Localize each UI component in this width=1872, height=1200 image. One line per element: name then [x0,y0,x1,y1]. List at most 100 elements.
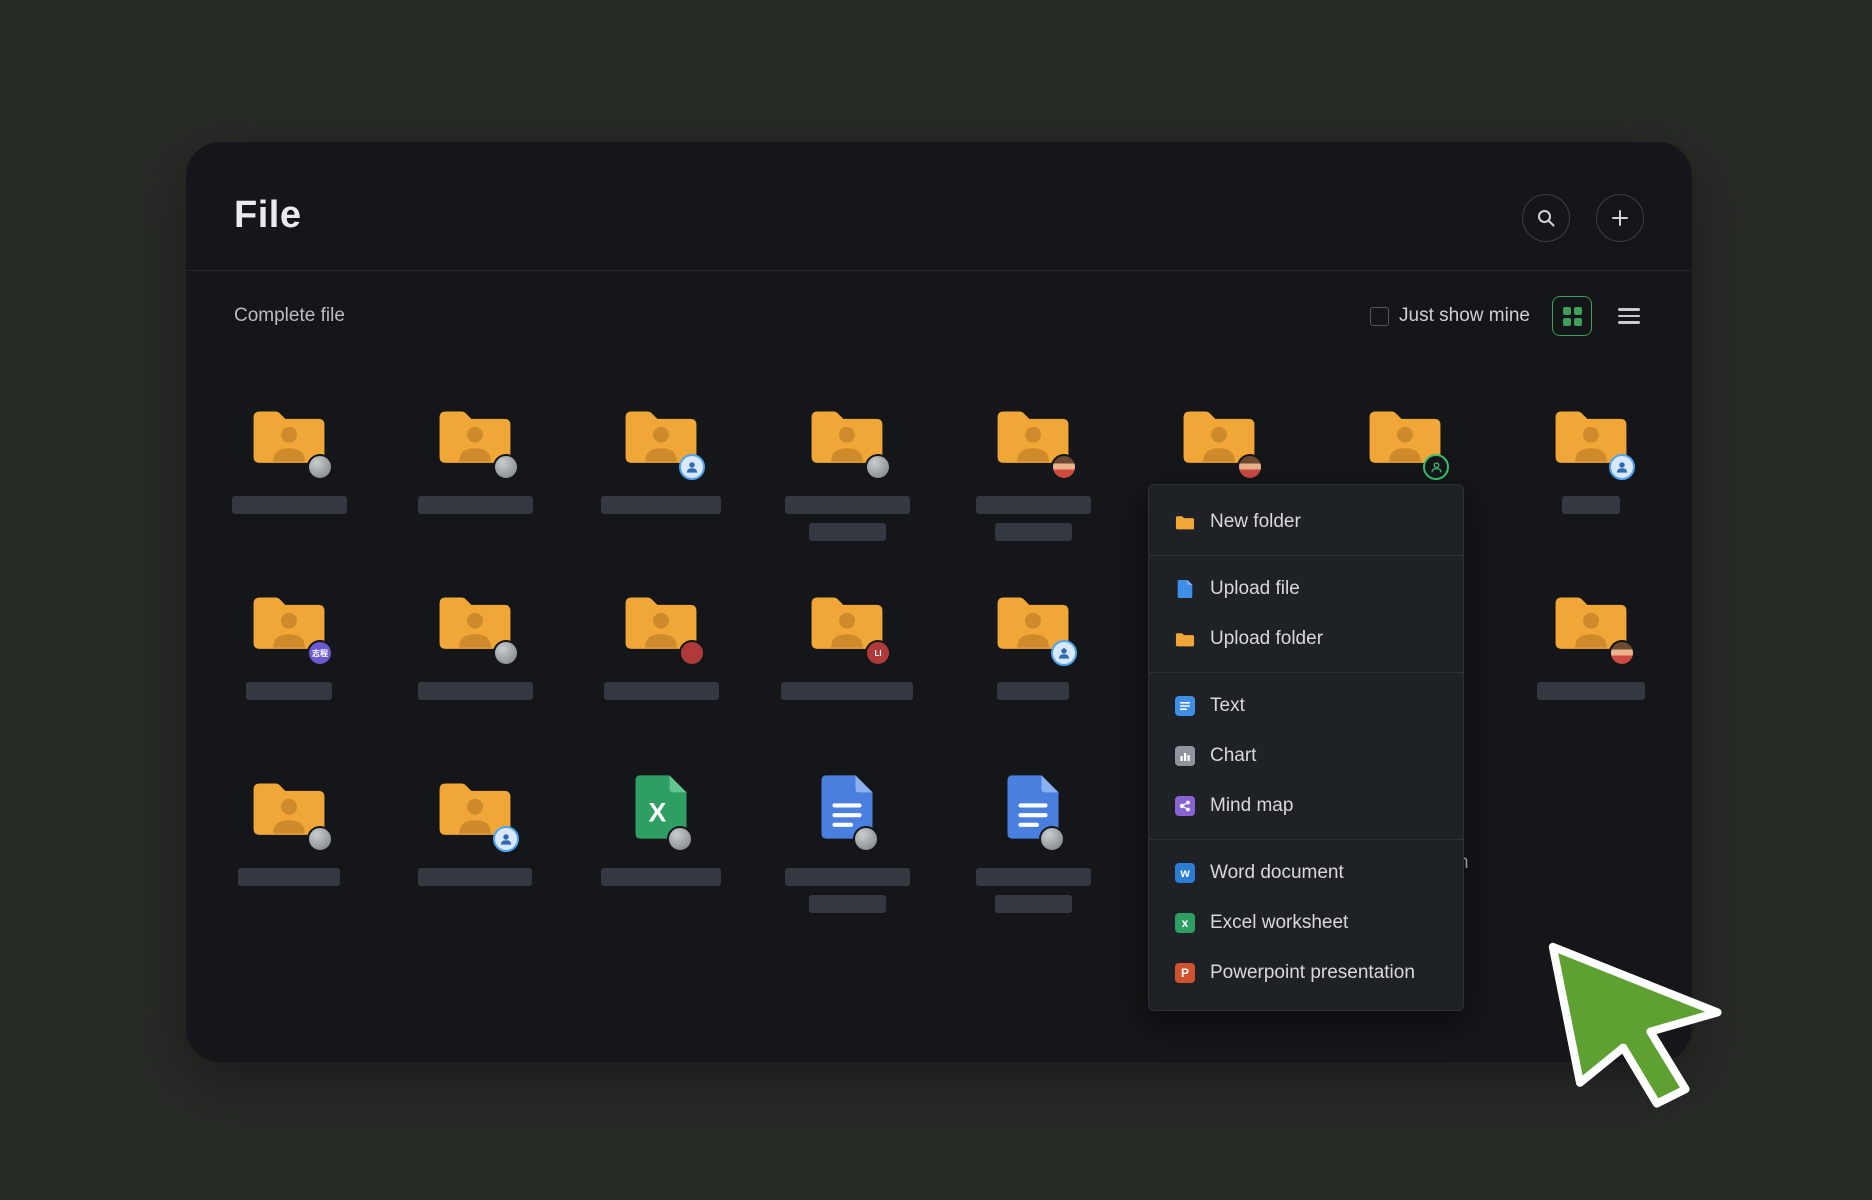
menu-item-text[interactable]: Text [1149,681,1463,731]
menu-item-upload-file[interactable]: Upload file [1149,564,1463,614]
menu-item-label: New folder [1210,511,1301,533]
upload-file-icon [1175,579,1195,599]
avatar-badge-girl [1237,454,1263,480]
file-name-skeleton [601,868,721,886]
name-skeleton-bar [246,682,332,700]
avatar-badge-cat [307,454,333,480]
plus-icon [1610,208,1630,228]
avatar-badge-cat [1039,826,1065,852]
name-skeleton-bar [995,895,1072,913]
avatar-badge-person [679,454,705,480]
search-button[interactable] [1522,194,1570,242]
menu-item-word-document[interactable]: wWord document [1149,848,1463,898]
menu-item-label: Upload folder [1210,628,1323,650]
file-name-skeleton [1562,496,1620,514]
file-cell[interactable] [940,762,1126,948]
file-cell[interactable] [196,762,382,948]
file-cell[interactable] [196,390,382,576]
avatar-badge-initials: LI [865,640,891,666]
menu-item-upload-folder[interactable]: Upload folder [1149,614,1463,664]
upload-folder-icon [1175,629,1195,649]
avatar-badge-invite [1423,454,1449,480]
grid-view-icon [1563,307,1582,326]
menu-group: wWord documentxExcel worksheetPPowerpoin… [1149,839,1463,1006]
menu-item-powerpoint-presentation[interactable]: PPowerpoint presentation [1149,948,1463,998]
file-name-skeleton [418,868,532,886]
file-name-skeleton [785,496,910,541]
mine-checkbox[interactable] [1370,307,1389,326]
file-name-skeleton [976,868,1091,913]
name-skeleton-bar [418,868,532,886]
file-name-skeleton [601,496,721,514]
file-name-skeleton [976,496,1091,541]
name-skeleton-bar [604,682,719,700]
folder-icon [1175,512,1195,532]
avatar-badge-person [1609,454,1635,480]
name-skeleton-bar [1537,682,1645,700]
file-cell[interactable] [568,576,754,762]
avatar-badge-girl [1051,454,1077,480]
file-name-skeleton [1537,682,1645,700]
menu-item-label: Upload file [1210,578,1300,600]
file-manager-window: File Complete file Just show mine [186,142,1692,1062]
file-name-skeleton [418,682,533,700]
file-cell[interactable] [382,576,568,762]
file-name-skeleton [238,868,340,886]
page-title: File [234,194,301,237]
avatar-badge-cat [493,640,519,666]
name-skeleton-bar [785,496,910,514]
grid-view-button[interactable] [1552,296,1592,336]
menu-group: Text Chart Mind map [1149,672,1463,839]
file-cell[interactable] [754,762,940,948]
just-show-mine-filter[interactable]: Just show mine [1370,305,1530,327]
name-skeleton-bar [238,868,340,886]
name-skeleton-bar [418,682,533,700]
avatar-badge-girl [1609,640,1635,666]
menu-group: Upload file Upload folder [1149,555,1463,672]
avatar-badge-cat [493,454,519,480]
chart-icon [1175,746,1195,766]
mine-label[interactable]: Just show mine [1399,305,1530,327]
name-skeleton-bar [1562,496,1620,514]
excel-icon: x [1175,913,1195,933]
file-cell[interactable] [382,762,568,948]
avatar-badge-cat [667,826,693,852]
add-button[interactable] [1596,194,1644,242]
file-cell[interactable] [382,390,568,576]
file-cell[interactable] [1498,576,1684,762]
avatar-badge-cat [853,826,879,852]
file-name-skeleton [232,496,347,514]
file-cell[interactable]: LI [754,576,940,762]
avatar-badge-cat [865,454,891,480]
mindmap-icon [1175,796,1195,816]
name-skeleton-bar [601,868,721,886]
header-divider [186,270,1692,271]
file-cell[interactable]: 志程 [196,576,382,762]
name-skeleton-bar [785,868,910,886]
menu-item-chart[interactable]: Chart [1149,731,1463,781]
menu-item-mind-map[interactable]: Mind map [1149,781,1463,831]
menu-item-excel-worksheet[interactable]: xExcel worksheet [1149,898,1463,948]
menu-item-label: Mind map [1210,795,1293,817]
file-name-skeleton [604,682,719,700]
file-cell[interactable] [1498,390,1684,576]
list-view-icon [1618,308,1640,324]
file-cell[interactable] [940,576,1126,762]
avatar-badge-initials [679,640,705,666]
file-cell[interactable] [940,390,1126,576]
toolbar: Complete file Just show mine [234,292,1644,340]
empty-cell [1498,762,1684,948]
file-cell[interactable]: X [568,762,754,948]
name-skeleton-bar [418,496,533,514]
menu-group: New folder [1149,489,1463,555]
list-view-button[interactable] [1614,301,1644,331]
file-cell[interactable] [568,390,754,576]
name-skeleton-bar [997,682,1069,700]
name-skeleton-bar [976,496,1091,514]
section-label: Complete file [234,305,345,327]
file-cell[interactable] [754,390,940,576]
menu-item-new-folder[interactable]: New folder [1149,497,1463,547]
menu-item-label: Word document [1210,862,1344,884]
name-skeleton-bar [809,523,886,541]
name-skeleton-bar [781,682,913,700]
